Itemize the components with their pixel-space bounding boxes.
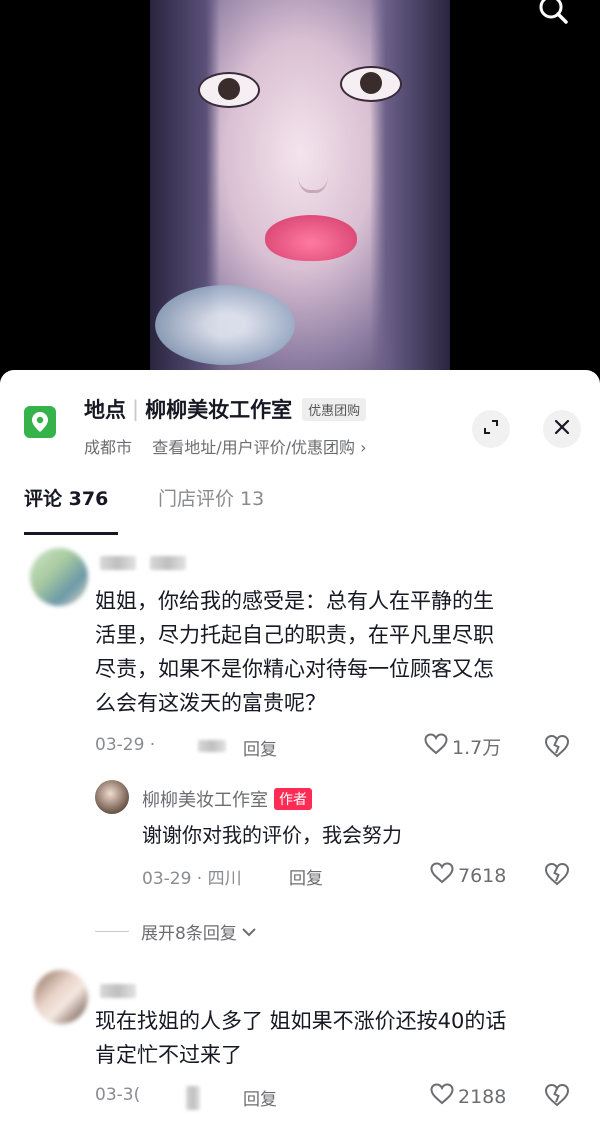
expand-button[interactable] [472, 410, 510, 448]
author-badge: 作者 [274, 788, 312, 810]
tab-comments-count: 376 [68, 488, 109, 510]
dislike-button[interactable] [544, 862, 570, 890]
close-icon [554, 419, 570, 439]
video-eye-left [198, 72, 260, 108]
comment-text-line: 尽责，如果不是你精心对待每一位顾客又怎 [95, 657, 494, 681]
reply-button[interactable]: 回复 [243, 735, 277, 760]
location-prefix: 地点 [84, 398, 126, 422]
dislike-button[interactable] [544, 1083, 570, 1111]
reply-button[interactable]: 回复 [243, 1085, 277, 1110]
tab-store-reviews[interactable]: 门店评价 13 [158, 484, 264, 511]
username-blurred[interactable] [100, 556, 136, 570]
store-name: 柳柳美妆工作室 [145, 398, 293, 422]
title-divider: | [132, 397, 140, 421]
divider-line [95, 931, 129, 932]
like-count: 1.7万 [452, 737, 502, 759]
location-blurred [198, 740, 226, 752]
reply-button[interactable]: 回复 [289, 864, 323, 889]
video-hair-right [370, 0, 450, 385]
video-lips [265, 215, 357, 261]
avatar[interactable] [95, 780, 129, 814]
reply-text: 谢谢你对我的评价，我会努力 [142, 823, 402, 847]
like-button[interactable]: 7618 [430, 862, 506, 889]
close-button[interactable] [543, 410, 581, 448]
comment-text-line: 肯定忙不过来了 [95, 1043, 242, 1067]
search-button[interactable] [534, 0, 574, 30]
group-buy-tag: 优惠团购 [302, 397, 367, 421]
location-links: 查看地址/用户评价/优惠团购 [152, 438, 355, 457]
tab-comments[interactable]: 评论 376 [24, 484, 108, 511]
avatar[interactable] [30, 548, 88, 606]
comment-text-line: 姐姐，你给我的感受是：总有人在平静的生 [95, 589, 494, 613]
chevron-right-icon: › [360, 438, 367, 457]
search-icon [537, 0, 571, 34]
like-count: 2188 [458, 1085, 507, 1108]
expand-icon [482, 418, 500, 440]
comment-text-line: 么会有这泼天的富贵呢？ [95, 691, 326, 715]
location-title[interactable]: 地点 | 柳柳美妆工作室 优惠团购 [84, 394, 367, 424]
tab-comments-label: 评论 [24, 488, 63, 510]
comment-date: 03-29 · [95, 735, 156, 755]
location-blurred [186, 1086, 200, 1110]
reply-author[interactable]: 柳柳美妆工作室 作者 [142, 786, 312, 812]
location-row[interactable]: 地点 | 柳柳美妆工作室 优惠团购 成都市 查看地址/用户评价/优惠团购 › [0, 390, 600, 460]
comment-text-line: 现在找姐的人多了 姐如果不涨价还按40的话 [95, 1009, 507, 1033]
tab-active-indicator [24, 532, 118, 535]
username-blurred[interactable] [100, 984, 136, 998]
video-frame [150, 0, 450, 385]
city-label: 成都市 [84, 438, 133, 457]
tab-bar: 评论 376 门店评价 13 [0, 478, 600, 536]
video-butterfly [155, 285, 295, 365]
broken-heart-icon [544, 734, 570, 762]
reply-date: 03-29 · 四川 [142, 869, 242, 889]
heart-icon [430, 862, 458, 889]
location-subtitle[interactable]: 成都市 查看地址/用户评价/优惠团购 › [84, 434, 367, 458]
reply-author-name: 柳柳美妆工作室 [142, 790, 268, 811]
chevron-down-icon [237, 922, 257, 942]
like-button[interactable]: 1.7万 [424, 733, 501, 760]
comment-date: 03-3( [95, 1085, 141, 1105]
comment-sheet: 地点 | 柳柳美妆工作室 优惠团购 成都市 查看地址/用户评价/优惠团购 › 评… [0, 370, 600, 1123]
video-eye-right [340, 66, 402, 102]
avatar[interactable] [34, 970, 88, 1024]
heart-icon [424, 733, 452, 760]
expand-replies-label: 展开8条回复 [141, 924, 237, 944]
broken-heart-icon [544, 1083, 570, 1111]
broken-heart-icon [544, 862, 570, 890]
like-count: 7618 [458, 864, 507, 887]
location-pin-icon [24, 406, 56, 438]
heart-icon [430, 1083, 458, 1110]
video-nose [298, 150, 328, 193]
expand-replies-button[interactable]: 展开8条回复 [95, 919, 257, 944]
username-blurred[interactable] [150, 556, 186, 570]
comment-text-line: 活里，尽力托起自己的职责，在平凡里尽职 [95, 623, 494, 647]
video-player[interactable] [0, 0, 600, 385]
dislike-button[interactable] [544, 734, 570, 762]
like-button[interactable]: 2188 [430, 1083, 506, 1110]
